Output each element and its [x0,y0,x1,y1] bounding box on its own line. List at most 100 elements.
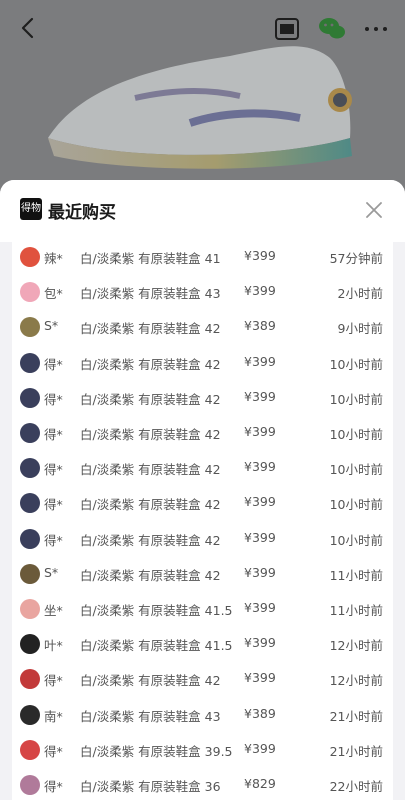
purchase-row: 得* 白/淡柔紫 有原装鞋盒 42 ¥399 10小时前 [12,383,393,418]
price: ¥399 [244,283,276,299]
purchase-row: 辣* 白/淡柔紫 有原装鞋盒 41 ¥399 57分钟前 [12,242,393,277]
wechat-icon[interactable] [318,16,346,42]
time-ago: 57分钟前 [329,251,383,266]
user-name: 得* [44,532,63,548]
purchase-row: 包* 白/淡柔紫 有原装鞋盒 43 ¥399 2小时前 [12,277,393,312]
purchase-row: 南* 白/淡柔紫 有原装鞋盒 43 ¥389 21小时前 [12,700,393,735]
user-name: 辣* [44,251,63,266]
back-arrow-icon[interactable] [14,14,42,42]
avatar [20,528,40,549]
price: ¥399 [244,388,276,404]
avatar [20,634,40,655]
top-bar [0,0,405,60]
size-spec: 白/淡柔紫 有原装鞋盒 42 [80,673,221,689]
avatar [20,282,40,303]
purchase-row: 得* 白/淡柔紫 有原装鞋盒 42 ¥399 10小时前 [12,524,393,559]
size-spec: 白/淡柔紫 有原装鞋盒 42 [80,427,221,442]
user-name: 叶* [44,638,63,654]
purchase-row: 得* 白/淡柔紫 有原装鞋盒 42 ¥399 10小时前 [12,488,393,523]
user-name: S* [44,564,59,580]
size-spec: 白/淡柔紫 有原装鞋盒 43 [80,286,221,302]
avatar [20,493,40,514]
time-ago: 10小时前 [329,532,383,548]
product-hero [0,0,405,200]
purchase-row: 得* 白/淡柔紫 有原装鞋盒 39.5 ¥399 21小时前 [12,735,393,770]
price: ¥399 [244,635,276,651]
size-spec: 白/淡柔紫 有原装鞋盒 42 [80,532,221,548]
size-spec: 白/淡柔紫 有原装鞋盒 43 [80,708,221,724]
user-name: 坐* [44,603,63,618]
avatar [20,775,40,795]
purchase-row: 得* 白/淡柔紫 有原装鞋盒 42 ¥399 12小时前 [12,664,393,699]
purchase-row: 坐* 白/淡柔紫 有原装鞋盒 41.5 ¥399 11小时前 [12,594,393,629]
time-ago: 10小时前 [329,462,383,478]
time-ago: 10小时前 [329,497,383,513]
time-ago: 12小时前 [329,673,383,689]
size-spec: 白/淡柔紫 有原装鞋盒 41.5 [80,603,233,618]
user-name: 得* [44,673,63,689]
user-name: S* [44,318,59,334]
user-name: 包* [44,286,63,302]
price: ¥399 [244,740,276,756]
purchase-row: 得* 白/淡柔紫 有原装鞋盒 42 ¥399 10小时前 [12,453,393,488]
avatar [20,669,40,690]
avatar [20,563,40,584]
size-spec: 白/淡柔紫 有原装鞋盒 42 [80,462,221,478]
time-ago: 11小时前 [329,567,383,583]
price: ¥399 [244,424,276,439]
recent-purchases-sheet: 得物 最近购买 辣* 白/淡柔紫 有原装鞋盒 41 ¥399 57分钟前包* 白/淡柔紫… [0,180,405,800]
user-name: 得* [44,427,63,442]
sheet-title: 最近购买 [48,203,116,223]
more-icon[interactable] [362,16,390,42]
user-name: 得* [44,497,63,513]
avatar [20,387,40,408]
purchase-row: 叶* 白/淡柔紫 有原装鞋盒 41.5 ¥399 12小时前 [12,629,393,664]
sell-icon[interactable] [274,16,300,42]
time-ago: 12小时前 [329,638,383,654]
size-spec: 白/淡柔紫 有原装鞋盒 42 [80,321,221,337]
avatar [20,599,40,619]
time-ago: 22小时前 [329,779,383,794]
price: ¥399 [244,353,276,369]
purchase-list[interactable]: 辣* 白/淡柔紫 有原装鞋盒 41 ¥399 57分钟前包* 白/淡柔紫 有原装鞋盒 4… [12,242,393,800]
size-spec: 白/淡柔紫 有原装鞋盒 42 [80,567,221,583]
time-ago: 11小时前 [329,603,383,618]
avatar [20,704,40,725]
time-ago: 21小时前 [329,743,383,759]
avatar [20,247,40,267]
avatar [20,317,40,338]
size-spec: 白/淡柔紫 有原装鞋盒 42 [80,391,221,407]
user-name: 南* [44,708,63,724]
price: ¥399 [244,248,276,263]
size-spec: 白/淡柔紫 有原装鞋盒 41 [80,251,221,266]
close-icon[interactable] [362,198,386,222]
purchase-row: 得* 白/淡柔紫 有原装鞋盒 36 ¥829 22小时前 [12,770,393,800]
price: ¥399 [244,529,276,545]
purchase-row: S* 白/淡柔紫 有原装鞋盒 42 ¥399 11小时前 [12,559,393,594]
time-ago: 9小时前 [337,321,383,337]
avatar [20,423,40,443]
price: ¥399 [244,564,276,580]
time-ago: 10小时前 [329,356,383,372]
price: ¥399 [244,459,276,475]
price: ¥399 [244,494,276,510]
purchase-row: 得* 白/淡柔紫 有原装鞋盒 42 ¥399 10小时前 [12,348,393,383]
price: ¥399 [244,600,276,615]
time-ago: 21小时前 [329,708,383,724]
size-spec: 白/淡柔紫 有原装鞋盒 39.5 [80,743,233,759]
purchase-row: 得* 白/淡柔紫 有原装鞋盒 42 ¥399 10小时前 [12,418,393,453]
avatar [20,739,40,760]
price: ¥399 [244,670,276,686]
time-ago: 2小时前 [337,286,383,302]
size-spec: 白/淡柔紫 有原装鞋盒 41.5 [80,638,233,654]
time-ago: 10小时前 [329,427,383,442]
size-spec: 白/淡柔紫 有原装鞋盒 42 [80,356,221,372]
price: ¥389 [244,705,276,721]
sheet-header: 得物 最近购买 [0,180,405,242]
user-name: 得* [44,462,63,478]
user-name: 得* [44,356,63,372]
brand-logo: 得物 [20,198,42,220]
price: ¥389 [244,318,276,334]
size-spec: 白/淡柔紫 有原装鞋盒 42 [80,497,221,513]
user-name: 得* [44,779,63,794]
